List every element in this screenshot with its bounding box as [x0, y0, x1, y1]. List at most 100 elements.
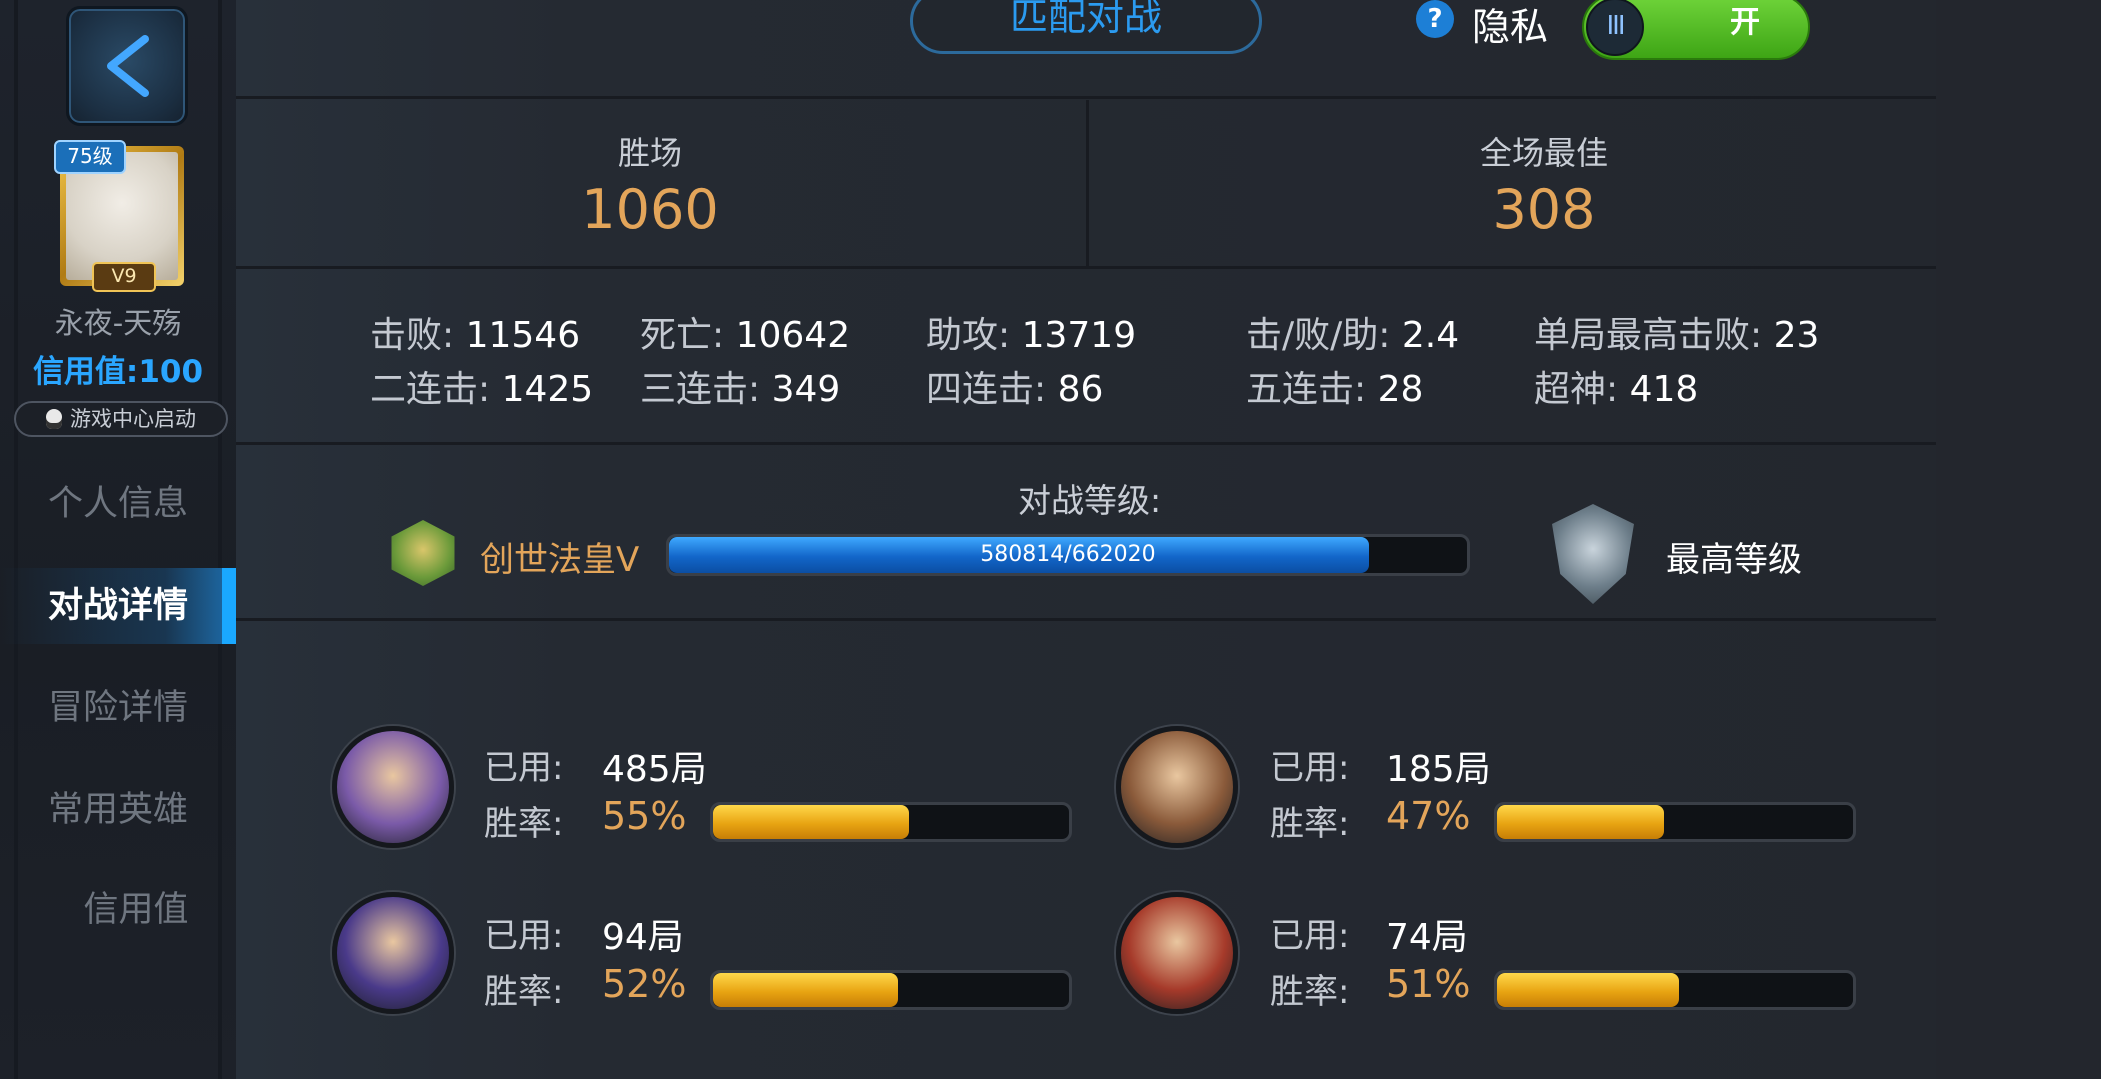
- stat-quadra-kill: 四连击: 86: [926, 360, 1103, 412]
- toggle-knob: III: [1586, 0, 1644, 56]
- stat-kills: 击败: 11546: [370, 306, 580, 358]
- stat-legendary: 超神: 418: [1534, 360, 1698, 412]
- sidebar-item-label: 对战详情: [47, 586, 188, 626]
- hero-rate-label: 胜率:: [1270, 804, 1350, 844]
- app-root: 75级 V9 永夜-天殇 信用值:100 游戏中心启动 个人信息 对战详情 冒险…: [0, 0, 2101, 1079]
- wins-value: 1060: [581, 178, 719, 241]
- hero-used-value: 185局: [1386, 749, 1491, 790]
- hero-rate-value: 51%: [1386, 962, 1471, 1006]
- hero-winrate-bar: [710, 970, 1072, 1010]
- stat-value: 11546: [465, 315, 581, 356]
- stat-value: 23: [1773, 315, 1820, 356]
- hero-used-label: 已用:: [1270, 916, 1350, 956]
- hero-winrate-fill: [1497, 805, 1665, 839]
- mvp-value: 308: [1492, 178, 1596, 241]
- rank-name: 创世法皇Ⅴ: [480, 540, 640, 580]
- credit-score: 信用值:100: [32, 354, 204, 390]
- vip-badge: V9: [92, 262, 156, 292]
- hero-used-value: 485局: [602, 749, 707, 790]
- hero-rate-value: 52%: [602, 962, 687, 1006]
- wins-block: 胜场 1060: [200, 128, 1100, 241]
- divider: [236, 442, 1936, 445]
- hero-used-label: 已用:: [484, 916, 564, 956]
- hero-winrate-fill: [713, 973, 899, 1007]
- hero-rate-label: 胜率:: [1270, 972, 1350, 1012]
- divider: [1086, 100, 1089, 268]
- stat-label: 二连击:: [370, 369, 502, 410]
- stat-deaths: 死亡: 10642: [640, 306, 850, 358]
- stat-value: 349: [771, 369, 841, 410]
- stat-value: 28: [1377, 369, 1424, 410]
- max-rank-label: 最高等级: [1666, 540, 1802, 580]
- stat-kda: 击/败/助: 2.4: [1246, 306, 1459, 358]
- mvp-block: 全场最佳 308: [1094, 128, 1994, 241]
- hero-winrate-bar: [1494, 970, 1856, 1010]
- stat-value: 13719: [1021, 315, 1137, 356]
- game-center-button[interactable]: 游戏中心启动: [14, 401, 228, 437]
- stat-max-kills: 单局最高击败: 23: [1534, 306, 1819, 358]
- stat-label: 单局最高击败:: [1534, 315, 1774, 356]
- back-button[interactable]: [66, 6, 188, 126]
- hero-rate-label: 胜率:: [484, 972, 564, 1012]
- chevron-left-icon: [107, 35, 149, 97]
- stat-label: 四连击:: [926, 369, 1058, 410]
- sidebar-item-adventure-details[interactable]: 冒险详情: [0, 670, 236, 746]
- hero-winrate-bar: [1494, 802, 1856, 842]
- toggle-state-label: 开: [1730, 5, 1760, 40]
- hero-used-label: 已用:: [1270, 748, 1350, 788]
- stat-triple-kill: 三连击: 349: [640, 360, 840, 412]
- hero-portrait[interactable]: [332, 726, 454, 848]
- sidebar-item-label: 常用英雄: [47, 790, 188, 830]
- game-center-label: 游戏中心启动: [70, 407, 196, 431]
- hero-rate-value: 55%: [602, 794, 687, 838]
- rank-progress-text: 580814/662020: [980, 542, 1156, 567]
- sidebar-item-battle-details[interactable]: 对战详情: [0, 568, 236, 644]
- sidebar-item-label: 冒险详情: [47, 688, 188, 728]
- rank-emblem-icon: [391, 520, 455, 586]
- stat-value: 86: [1057, 369, 1104, 410]
- stat-value: 418: [1629, 369, 1699, 410]
- hero-rate-label: 胜率:: [484, 804, 564, 844]
- stat-double-kill: 二连击: 1425: [370, 360, 593, 412]
- hero-rate-value: 47%: [1386, 794, 1471, 838]
- hero-winrate-fill: [1497, 973, 1679, 1007]
- stat-value: 2.4: [1401, 315, 1460, 356]
- sidebar-item-common-heroes[interactable]: 常用英雄: [0, 772, 236, 848]
- main-panel: 匹配对战 ? 隐私 III 开 胜场 1060 全场最佳 308 击败: 115…: [236, 0, 1936, 1079]
- match-mode-tab[interactable]: 匹配对战: [910, 0, 1262, 54]
- stat-value: 10642: [735, 315, 851, 356]
- stat-label: 助攻:: [926, 315, 1022, 356]
- max-rank-emblem-icon: [1552, 504, 1634, 604]
- stat-label: 死亡:: [640, 315, 736, 356]
- stat-label: 击/败/助:: [1246, 315, 1402, 356]
- stat-label: 超神:: [1534, 369, 1630, 410]
- penguin-icon: [46, 409, 62, 429]
- sidebar-item-personal-info[interactable]: 个人信息: [0, 466, 236, 542]
- divider: [236, 96, 1936, 99]
- rank-title: 对战等级:: [1018, 481, 1162, 520]
- hero-winrate-bar: [710, 802, 1072, 842]
- mvp-label: 全场最佳: [1479, 134, 1608, 172]
- stat-label: 击败:: [370, 315, 466, 356]
- level-badge: 75级: [54, 140, 126, 174]
- wins-label: 胜场: [617, 134, 682, 172]
- help-icon[interactable]: ?: [1416, 0, 1454, 38]
- rank-progress-bar: 580814/662020: [666, 534, 1470, 576]
- sidebar-item-label: 个人信息: [47, 484, 188, 524]
- hero-portrait[interactable]: [1116, 726, 1238, 848]
- hero-winrate-fill: [713, 805, 909, 839]
- hero-used-label: 已用:: [484, 748, 564, 788]
- privacy-label: 隐私: [1472, 5, 1549, 49]
- privacy-toggle[interactable]: III 开: [1582, 0, 1810, 60]
- sidebar-item-label: 信用值: [83, 890, 189, 930]
- divider: [236, 266, 1936, 269]
- stat-penta-kill: 五连击: 28: [1246, 360, 1423, 412]
- stat-label: 五连击:: [1246, 369, 1378, 410]
- hero-portrait[interactable]: [1116, 892, 1238, 1014]
- hero-portrait[interactable]: [332, 892, 454, 1014]
- stat-assists: 助攻: 13719: [926, 306, 1136, 358]
- stat-value: 1425: [501, 369, 594, 410]
- hero-used-value: 94局: [602, 917, 684, 958]
- sidebar-item-credit[interactable]: 信用值: [0, 872, 236, 948]
- player-name: 永夜-天殇: [54, 306, 182, 340]
